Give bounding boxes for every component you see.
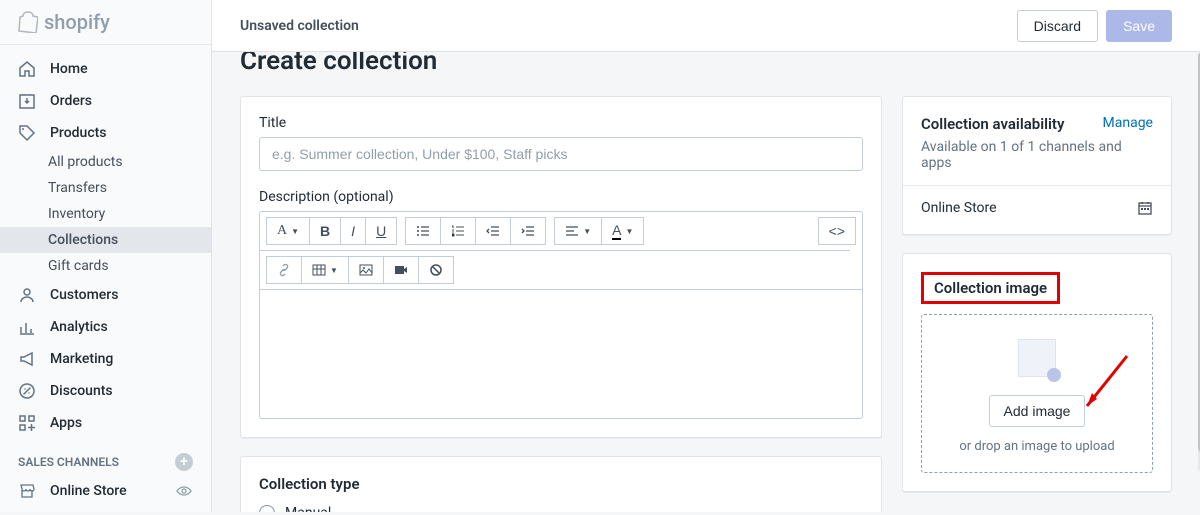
nav-collections[interactable]: Collections	[0, 227, 211, 253]
image-placeholder-icon	[1018, 339, 1056, 377]
nav-customers[interactable]: Customers	[0, 279, 211, 311]
calendar-icon[interactable]	[1137, 200, 1153, 216]
rte-toolbar: A▼ B I U	[259, 211, 863, 289]
clear-format-button[interactable]	[418, 256, 454, 284]
video-button[interactable]	[383, 256, 419, 284]
add-image-button[interactable]: Add image	[989, 395, 1086, 427]
discard-button[interactable]: Discard	[1017, 10, 1098, 42]
image-dropzone[interactable]: Add image or drop an image to upload	[921, 314, 1153, 473]
link-button[interactable]	[266, 256, 302, 284]
drop-hint: or drop an image to upload	[934, 439, 1140, 454]
collection-image-card: Collection image Add image or drop an im…	[902, 253, 1172, 492]
nav-gift-cards[interactable]: Gift cards	[0, 253, 211, 279]
radio-label: Manual	[285, 505, 331, 512]
nav-online-store[interactable]: Online Store	[0, 475, 211, 507]
contextual-save-title: Unsaved collection	[240, 18, 359, 34]
page-title: Create collection	[240, 52, 1172, 88]
manage-link[interactable]: Manage	[1103, 115, 1153, 131]
shopify-bag-icon	[18, 11, 38, 33]
nav-inventory[interactable]: Inventory	[0, 201, 211, 227]
table-button[interactable]: ▼	[301, 256, 349, 284]
annotation-highlight: Collection image	[921, 272, 1060, 304]
nav-label: Orders	[50, 93, 92, 109]
store-icon	[18, 482, 36, 500]
nav-label: Apps	[50, 415, 82, 431]
description-editor[interactable]	[259, 289, 863, 419]
bullet-list-button[interactable]	[405, 217, 441, 245]
code-view-button[interactable]: <>	[818, 217, 856, 245]
bold-button[interactable]: B	[309, 217, 341, 245]
customers-icon	[18, 286, 36, 304]
nav-home[interactable]: Home	[0, 53, 211, 85]
nav-apps[interactable]: Apps	[0, 407, 211, 439]
availability-title: Collection availability	[921, 115, 1064, 133]
home-icon	[18, 60, 36, 78]
shopify-logo: shopify	[0, 0, 211, 45]
radio-icon	[259, 505, 275, 512]
nav-transfers[interactable]: Transfers	[0, 175, 211, 201]
collection-image-title: Collection image	[934, 279, 1047, 297]
nav-products[interactable]: Products	[0, 117, 211, 149]
nav-label: Online Store	[50, 483, 127, 499]
analytics-icon	[18, 318, 36, 336]
outdent-button[interactable]	[475, 217, 511, 245]
image-button[interactable]	[348, 256, 384, 284]
nav-marketing[interactable]: Marketing	[0, 343, 211, 375]
availability-card: Collection availability Manage Available…	[902, 96, 1172, 235]
italic-button[interactable]: I	[340, 217, 366, 245]
title-label: Title	[259, 115, 863, 131]
nav-discounts[interactable]: Discounts	[0, 375, 211, 407]
orders-icon	[18, 92, 36, 110]
nav-label: Customers	[50, 287, 118, 303]
products-icon	[18, 124, 36, 142]
align-button[interactable]: ▼	[554, 217, 602, 245]
nav-orders[interactable]: Orders	[0, 85, 211, 117]
collection-type-title: Collection type	[259, 475, 863, 493]
description-label: Description (optional)	[259, 189, 863, 205]
font-style-button[interactable]: A▼	[266, 217, 310, 245]
sales-channels-header: SALES CHANNELS +	[0, 439, 211, 475]
text-color-button[interactable]: A▼	[601, 217, 644, 245]
save-button[interactable]: Save	[1106, 10, 1172, 42]
number-list-button[interactable]	[440, 217, 476, 245]
nav-label: Discounts	[50, 383, 113, 399]
indent-button[interactable]	[510, 217, 546, 245]
nav-label: Home	[50, 61, 88, 77]
eye-icon[interactable]	[175, 482, 193, 500]
nav-label: Marketing	[50, 351, 113, 367]
availability-text: Available on 1 of 1 channels and apps	[921, 139, 1153, 171]
nav-label: Analytics	[50, 319, 108, 335]
nav-analytics[interactable]: Analytics	[0, 311, 211, 343]
manual-radio[interactable]: Manual	[259, 505, 863, 512]
nav-label: Products	[50, 125, 107, 141]
underline-button[interactable]: U	[365, 217, 397, 245]
apps-icon	[18, 414, 36, 432]
discounts-icon	[18, 382, 36, 400]
collection-type-card: Collection type Manual Add products to t…	[240, 456, 882, 512]
title-description-card: Title Description (optional) A▼ B I U	[240, 96, 882, 438]
add-channel-button[interactable]: +	[175, 453, 193, 471]
channel-name: Online Store	[921, 200, 997, 216]
marketing-icon	[18, 350, 36, 368]
title-input[interactable]	[259, 137, 863, 171]
nav-all-products[interactable]: All products	[0, 149, 211, 175]
